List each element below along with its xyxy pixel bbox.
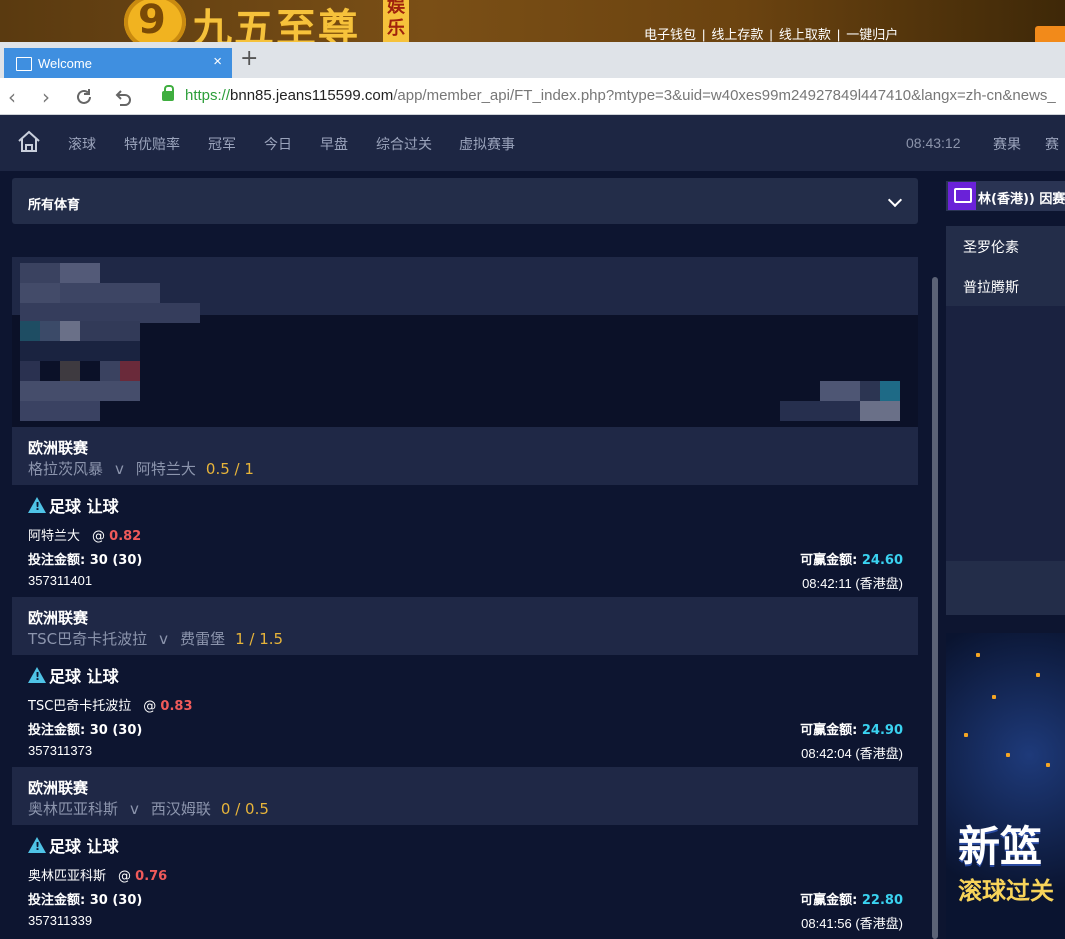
clock: 08:43:12 — [906, 135, 961, 151]
match-header: 欧洲联赛 格拉茨风暴 v 阿特兰大 0.5 / 1 — [12, 427, 918, 485]
close-icon[interactable]: × — [213, 53, 222, 70]
potential-win: 可赢金额: 24.60 — [800, 553, 903, 568]
list-item[interactable]: 圣罗伦素 — [963, 237, 1019, 257]
page-icon — [16, 57, 32, 71]
ticket-id: 357311401 — [28, 573, 93, 588]
nav-results[interactable]: 赛果 — [993, 134, 1021, 154]
undo-icon[interactable] — [113, 87, 133, 107]
match-teams: 格拉茨风暴 v 阿特兰大 0.5 / 1 — [28, 460, 254, 478]
promo-banner[interactable]: 新篮 滚球过关 — [946, 633, 1065, 939]
bet-list-panel: 所有体育 欧洲联赛 格拉茨风暴 v 阿特兰大 0.5 / 1 ! 足球 让球 阿特兰大 @… — [0, 171, 940, 939]
sport-filter-label: 所有体育 — [28, 198, 81, 213]
news-ticker[interactable]: 林(香港)) 因赛事 — [946, 181, 1065, 211]
bet-ticket: ! 足球 让球 TSC巴奇卡托波拉 @ 0.83 投注金额: 30 (30) 可赢金… — [12, 655, 918, 767]
ticket-id: 357311373 — [28, 743, 93, 758]
side-panel-body — [946, 306, 1065, 561]
nav-inplay[interactable]: 滚球 — [68, 134, 96, 154]
back-icon[interactable]: ‹ — [8, 85, 16, 109]
bet-time: 08:42:04 (香港盘) — [801, 746, 903, 761]
site-banner: 9 九五至尊 娱乐 电子钱包 | 线上存款 | 线上取款 | 一键归户 — [0, 0, 1065, 42]
odds: 0.83 — [160, 699, 193, 714]
withdraw-link[interactable]: 线上取款 — [779, 27, 831, 42]
handicap: 0 / 0.5 — [220, 800, 269, 818]
promo-subtitle: 滚球过关 — [958, 877, 1054, 905]
bet-ticket: ! 足球 让球 阿特兰大 @ 0.82 投注金额: 30 (30) 可赢金额: 24… — [12, 485, 918, 597]
warning-icon: ! — [28, 837, 46, 853]
nav-early[interactable]: 早盘 — [320, 134, 348, 154]
site-nav: 滚球 特优赔率 冠军 今日 早盘 综合过关 虚拟赛事 08:43:12 赛果 赛 — [0, 115, 1065, 171]
warning-icon: ! — [28, 497, 46, 513]
brand-logo-icon: 9 — [124, 0, 186, 42]
league-name: 欧洲联赛 — [28, 439, 89, 457]
nav-today[interactable]: 今日 — [264, 134, 292, 154]
bet-type: ! 足球 让球 — [28, 833, 119, 857]
nav-virtual[interactable]: 虚拟赛事 — [459, 134, 515, 154]
sport-filter-select[interactable]: 所有体育 — [12, 178, 918, 224]
potential-win: 可赢金额: 22.80 — [800, 893, 903, 908]
nav-parlay[interactable]: 综合过关 — [376, 134, 432, 154]
list-item[interactable]: 普拉腾斯 — [963, 277, 1019, 297]
reload-icon[interactable] — [74, 87, 94, 107]
warning-icon: ! — [28, 667, 46, 683]
match-teams: TSC巴奇卡托波拉 v 费雷堡 1 / 1.5 — [28, 630, 284, 648]
bet-time: 08:41:56 (香港盘) — [801, 916, 903, 931]
wallet-link[interactable]: 电子钱包 — [644, 27, 696, 42]
scrollbar[interactable] — [932, 277, 938, 939]
side-panel-footer — [946, 561, 1065, 615]
league-name: 欧洲联赛 — [28, 609, 89, 627]
bet-selection: 阿特兰大 @ 0.82 — [28, 529, 142, 544]
bet-type: ! 足球 让球 — [28, 493, 119, 517]
deposit-link[interactable]: 线上存款 — [711, 27, 763, 42]
match-header: 欧洲联赛 TSC巴奇卡托波拉 v 费雷堡 1 / 1.5 — [12, 597, 918, 655]
match-teams: 奥林匹亚科斯 v 西汉姆联 0 / 0.5 — [28, 800, 269, 818]
browser-tab[interactable]: Welcome × — [4, 48, 232, 78]
nav-outright[interactable]: 冠军 — [208, 134, 236, 154]
league-name: 欧洲联赛 — [28, 779, 89, 797]
address-bar: ‹ › https://bnn85.jeans115599.com/app/me… — [0, 78, 1065, 115]
news-text: 林(香港)) 因赛事 — [978, 192, 1065, 207]
bet-selection: TSC巴奇卡托波拉 @ 0.83 — [28, 699, 193, 714]
side-panel: 林(香港)) 因赛事 圣罗伦素 普拉腾斯 新篮 滚球过关 — [946, 171, 1065, 939]
nav-special-odds[interactable]: 特优赔率 — [124, 134, 180, 154]
banner-button[interactable] — [1035, 26, 1065, 42]
bet-type: ! 足球 让球 — [28, 663, 119, 687]
redacted-area — [12, 257, 918, 427]
stake: 投注金额: 30 (30) — [28, 553, 143, 568]
match-header: 欧洲联赛 奥林匹亚科斯 v 西汉姆联 0 / 0.5 — [12, 767, 918, 825]
odds: 0.76 — [135, 869, 168, 884]
brand-name: 九五至尊 — [192, 5, 360, 42]
stake: 投注金额: 30 (30) — [28, 723, 143, 738]
odds: 0.82 — [109, 529, 142, 544]
new-tab-icon[interactable]: + — [240, 46, 258, 71]
side-list: 圣罗伦素 普拉腾斯 — [946, 226, 1065, 306]
tab-title: Welcome — [38, 56, 92, 71]
stake: 投注金额: 30 (30) — [28, 893, 143, 908]
bet-selection: 奥林匹亚科斯 @ 0.76 — [28, 869, 168, 884]
handicap: 0.5 / 1 — [205, 460, 254, 478]
home-icon[interactable] — [16, 129, 42, 155]
chevron-down-icon — [887, 192, 903, 208]
potential-win: 可赢金额: 24.90 — [800, 723, 903, 738]
nav-more[interactable]: 赛 — [1045, 134, 1059, 154]
bet-ticket: ! 足球 让球 奥林匹亚科斯 @ 0.76 投注金额: 30 (30) 可赢金额: … — [12, 825, 918, 937]
forward-icon[interactable]: › — [42, 85, 50, 109]
browser-tabbar: Welcome × + — [0, 42, 1065, 78]
account-links: 电子钱包 | 线上存款 | 线上取款 | 一键归户 — [644, 27, 899, 42]
url-field[interactable]: https://bnn85.jeans115599.com/app/member… — [185, 87, 1056, 104]
ticket-id: 357311339 — [28, 913, 93, 928]
brand-tag: 娱乐 — [383, 0, 409, 42]
handicap: 1 / 1.5 — [235, 630, 284, 648]
lock-icon — [162, 85, 174, 101]
consolidate-link[interactable]: 一键归户 — [846, 27, 898, 42]
bet-time: 08:42:11 (香港盘) — [802, 576, 903, 591]
promo-title: 新篮 — [958, 822, 1043, 871]
message-icon[interactable] — [948, 182, 976, 210]
